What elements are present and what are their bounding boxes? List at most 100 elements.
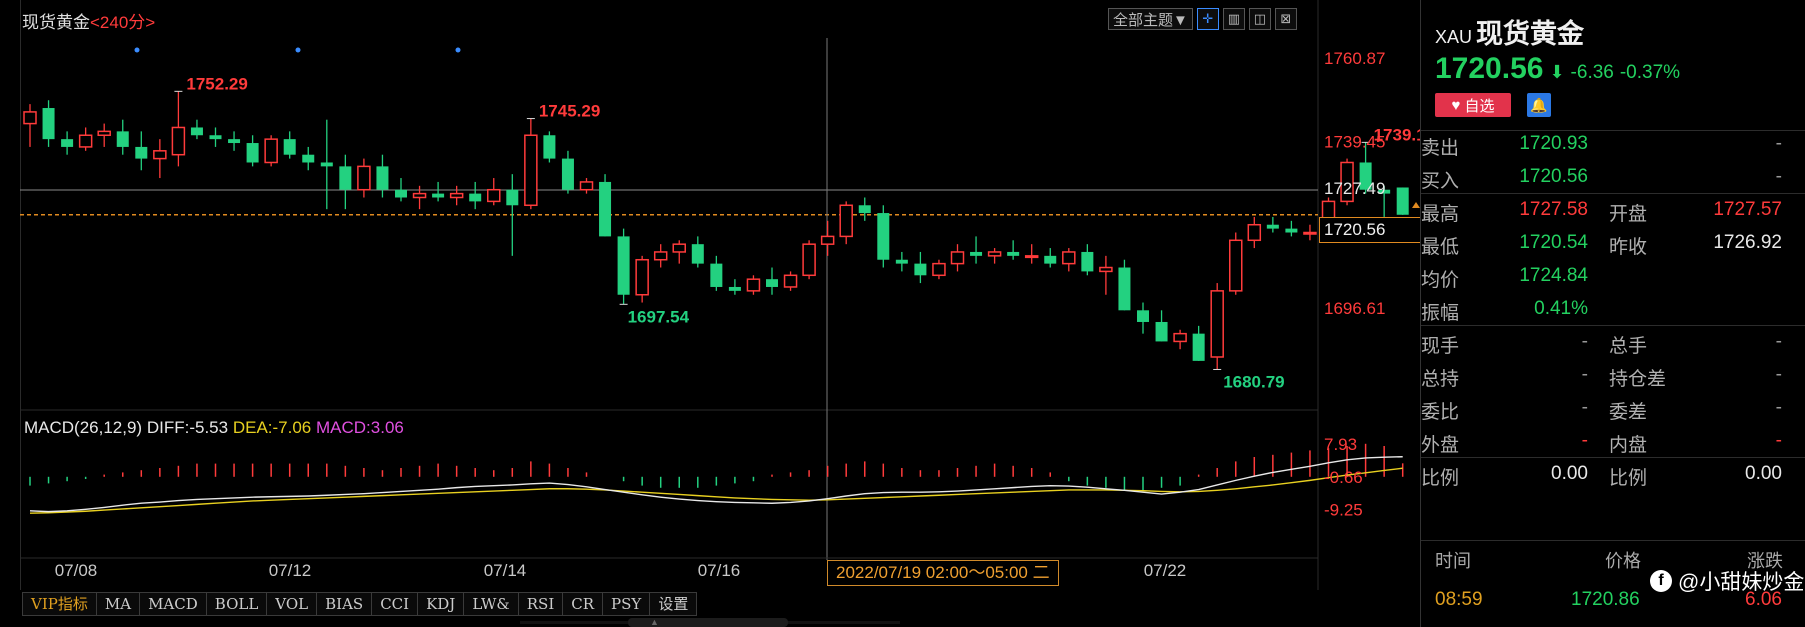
extreme-label: 1752.29 xyxy=(186,74,247,93)
bell-icon: 🔔 xyxy=(1530,96,1548,113)
quote-value: 1726.92 xyxy=(1713,232,1782,253)
candle-body xyxy=(543,135,556,159)
date-label: 07/08 xyxy=(55,561,98,580)
quote-value: 1720.54 xyxy=(1519,232,1588,253)
tab-psy[interactable]: PSY xyxy=(602,592,650,616)
heart-icon: ♥ xyxy=(1451,96,1461,114)
candle-body xyxy=(1303,231,1317,235)
candlestick-chart[interactable]: 1752.291745.291739.171697.541680.791760.… xyxy=(0,0,1420,627)
candle-body xyxy=(766,279,778,287)
quote-label: 委比 xyxy=(1421,402,1460,423)
tab-settings[interactable]: 设置 xyxy=(649,592,698,616)
candle-body xyxy=(395,189,407,198)
candle-body xyxy=(653,251,668,261)
quote-label: 振幅 xyxy=(1421,303,1460,324)
candle-body xyxy=(469,193,482,202)
quote-label: 昨收 xyxy=(1609,237,1648,258)
candle-body xyxy=(61,139,74,147)
quote-value: 0.00 xyxy=(1551,463,1588,484)
quote-label: 内盘 xyxy=(1609,435,1648,456)
price-change: -6.36 xyxy=(1570,62,1614,83)
quote-row: 买入 1720.56 - xyxy=(1421,159,1805,195)
tick-price-header: 价格 xyxy=(1605,551,1641,571)
candle-body xyxy=(135,146,148,159)
quote-header: XAU 现货黄金 xyxy=(1435,12,1584,51)
quote-value: - xyxy=(1775,133,1782,154)
candle-body xyxy=(228,139,241,144)
quote-row: 均价 1724.84 xyxy=(1421,258,1805,294)
quote-row: 最高 1727.58 开盘 1727.57 xyxy=(1421,192,1805,228)
quote-label: 最高 xyxy=(1421,204,1460,225)
tab-ma[interactable]: MA xyxy=(95,592,140,616)
tick-time-header: 时间 xyxy=(1435,551,1471,571)
candle-body xyxy=(1285,228,1298,233)
tab-rsi[interactable]: RSI xyxy=(517,592,563,616)
tab-lw[interactable]: LW& xyxy=(463,592,518,616)
candle-body xyxy=(339,166,352,190)
event-dot-icon xyxy=(295,47,301,53)
current-price-box: 1720.56 xyxy=(1319,217,1425,243)
tab-kdj[interactable]: KDJ xyxy=(417,592,464,616)
candle-body xyxy=(1192,333,1205,361)
tab-bias[interactable]: BIAS xyxy=(316,592,372,616)
candle-body xyxy=(246,143,259,163)
down-arrow-icon: ⬇ xyxy=(1549,62,1565,82)
macd-dea: DEA:-7.06 xyxy=(232,418,312,437)
candle-body xyxy=(116,131,129,147)
candle-body xyxy=(1118,267,1131,311)
candle-body xyxy=(171,126,186,156)
quote-row: 委比 - 委差 - xyxy=(1421,390,1805,426)
watermark-text: @小甜妹炒金 xyxy=(1678,571,1805,594)
tab-boll[interactable]: BOLL xyxy=(205,592,267,616)
quote-value: - xyxy=(1775,364,1782,385)
quote-label: 总手 xyxy=(1609,336,1648,357)
quote-value: - xyxy=(1581,430,1588,451)
quote-row: 振幅 0.41% xyxy=(1421,291,1805,327)
tab-cci[interactable]: CCI xyxy=(371,592,418,616)
candle-body xyxy=(23,111,37,125)
tab-cr[interactable]: CR xyxy=(562,592,603,616)
date-label: 07/22 xyxy=(1144,561,1187,580)
candle-body xyxy=(728,286,741,291)
candle-body xyxy=(302,154,315,163)
quote-value: - xyxy=(1775,331,1782,352)
tab-vol[interactable]: VOL xyxy=(266,592,317,616)
macd-params: MACD(26,12,9) xyxy=(24,418,143,437)
quote-label: 开盘 xyxy=(1609,204,1648,225)
quote-value: 1727.57 xyxy=(1713,199,1782,220)
quote-value: - xyxy=(1581,331,1588,352)
candle-body xyxy=(895,259,908,264)
tab-macd[interactable]: MACD xyxy=(139,592,206,616)
quote-value: 1720.56 xyxy=(1519,166,1588,187)
candle-body xyxy=(264,138,278,164)
candle-body xyxy=(1229,239,1243,292)
candle-body xyxy=(524,134,538,207)
candle-body xyxy=(970,251,983,256)
candle-body xyxy=(487,188,501,203)
candle-body xyxy=(1081,251,1094,272)
alert-bell-button[interactable]: 🔔 xyxy=(1527,93,1551,117)
quote-value: - xyxy=(1581,397,1588,418)
price-value: 1720.56 xyxy=(1435,52,1544,85)
price-marker xyxy=(1412,202,1420,208)
candle-body xyxy=(858,205,871,214)
quote-label: 均价 xyxy=(1421,270,1460,291)
add-watchlist-button[interactable]: ♥ 自选 xyxy=(1435,93,1511,117)
macd-axis-label: -0.66 xyxy=(1324,468,1363,487)
quote-value: 1724.84 xyxy=(1519,265,1588,286)
date-label: 07/12 xyxy=(269,561,312,580)
chart-area[interactable]: 现货黄金<240分> 全部主题▼ ✛ ▥ ◫ ⊠ 1752.29 1745.29 1… xyxy=(0,0,1425,627)
candle-body xyxy=(820,235,835,245)
quote-value: 0.41% xyxy=(1534,298,1588,319)
candle-body xyxy=(877,213,890,260)
quote-label: 总持 xyxy=(1421,369,1460,390)
macd-diff: DIFF:-5.53 xyxy=(146,418,229,437)
candle-body xyxy=(153,150,167,160)
watchlist-label: 自选 xyxy=(1464,97,1495,115)
scroll-up-icon[interactable]: ▲ xyxy=(650,617,659,627)
tab-vip-indicator[interactable]: VIP指标 xyxy=(22,592,96,616)
extreme-label: 1680.79 xyxy=(1223,372,1284,391)
quote-label: 买入 xyxy=(1421,171,1460,192)
quote-row: 最低 1720.54 昨收 1726.92 xyxy=(1421,225,1805,261)
candle-body xyxy=(1137,310,1149,322)
